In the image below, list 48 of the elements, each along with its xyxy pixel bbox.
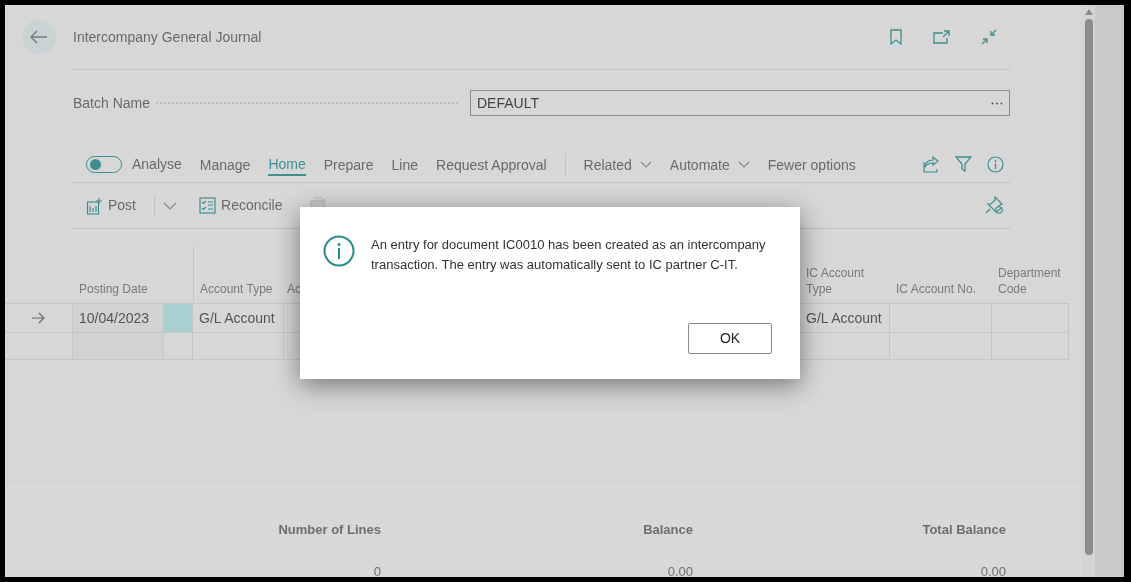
back-arrow-icon xyxy=(30,30,48,44)
total-label: Balance xyxy=(642,521,693,539)
chevron-down-icon[interactable] xyxy=(163,201,177,210)
total-label: Number of Lines xyxy=(277,521,381,539)
info-icon xyxy=(323,235,355,267)
menu-tab[interactable]: Home xyxy=(268,153,306,176)
menu-tab[interactable]: Request Approval xyxy=(436,154,547,175)
total-value: 0 xyxy=(372,562,381,581)
column-header[interactable]: IC Account Type xyxy=(800,246,890,303)
current-row-arrow-icon xyxy=(32,312,45,324)
dropdown-menu-button[interactable]: Related xyxy=(583,154,652,175)
field-label: Batch Name xyxy=(73,93,151,113)
total-label: Total Balance xyxy=(921,521,1006,539)
toolbar-button[interactable]: Reconcile xyxy=(199,195,283,216)
total-value: 0.00 xyxy=(666,562,693,581)
scrollbar-thumb[interactable] xyxy=(1084,19,1093,555)
filter-icon[interactable] xyxy=(955,156,972,173)
unpin-icon[interactable] xyxy=(985,196,1004,215)
batch-name-field[interactable]: DEFAULT xyxy=(470,90,1010,116)
dialog-message: An entry for document IC0010 has been created as an intercompany transaction. The entry was automatically sent to IC partner C-IT. xyxy=(371,236,767,274)
bookmark-icon[interactable] xyxy=(890,29,902,45)
column-header[interactable]: Posting Date xyxy=(73,246,164,303)
page-title: Intercompany General Journal xyxy=(73,27,262,47)
menu-tab[interactable]: Manage xyxy=(199,154,251,175)
post-icon xyxy=(86,196,103,215)
column-header[interactable]: IC Account No. xyxy=(890,246,992,303)
column-header[interactable]: Department Code xyxy=(992,246,1069,303)
chevron-down-icon xyxy=(639,161,652,168)
column-header[interactable]: Account Type xyxy=(193,246,284,303)
collapse-icon[interactable] xyxy=(981,29,997,45)
table-cell: G/L Account xyxy=(193,303,284,332)
scroll-up-icon[interactable] xyxy=(1084,9,1093,15)
table-cell: 10/04/2023 xyxy=(73,303,164,332)
menu-tab[interactable]: Line xyxy=(391,154,419,175)
menu-tab[interactable]: Prepare xyxy=(323,154,374,175)
pop-out-icon[interactable] xyxy=(933,30,950,44)
toggle-label: Analyse xyxy=(132,155,182,174)
checklist-icon xyxy=(199,196,216,215)
chevron-down-icon xyxy=(737,161,750,168)
more-icon[interactable] xyxy=(991,101,1003,105)
info-icon[interactable] xyxy=(987,156,1004,173)
back-button[interactable] xyxy=(22,20,56,54)
dropdown-menu-button[interactable]: Automate xyxy=(669,154,750,175)
fewer-options-link[interactable]: Fewer options xyxy=(767,154,856,175)
ok-button[interactable]: OK xyxy=(688,323,772,354)
share-icon[interactable] xyxy=(923,156,940,173)
toolbar-button[interactable]: Post xyxy=(86,195,136,216)
total-value: 0.00 xyxy=(979,562,1006,581)
